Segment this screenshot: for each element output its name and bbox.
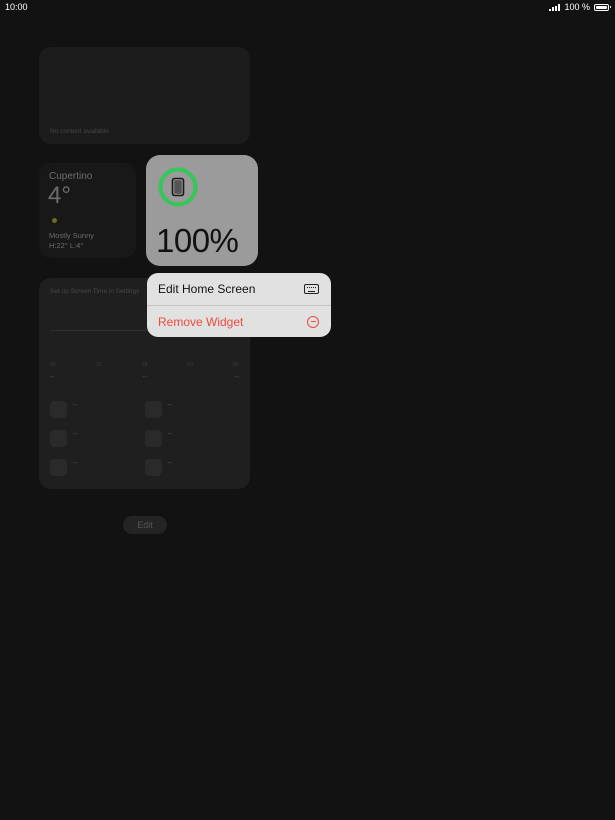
axis-label: 6h (232, 362, 239, 368)
ipad-icon (171, 177, 185, 197)
app-name: -- (73, 430, 78, 438)
weather-temperature: 4° (48, 182, 71, 209)
battery-percent-text: 100 % (564, 2, 590, 12)
axis-label: 18 (141, 362, 148, 368)
app-icon (50, 400, 67, 418)
edit-home-screen-menu-item[interactable]: Edit Home Screen (147, 273, 331, 305)
app-icon (144, 458, 162, 476)
status-time: 10:00 (5, 2, 28, 12)
menu-item-label: Remove Widget (158, 314, 244, 329)
empty-widget[interactable]: No content available (39, 47, 250, 144)
list-item: -- (144, 429, 240, 447)
sun-icon (52, 218, 57, 223)
widget-context-menu: Edit Home Screen Remove Widget (147, 273, 331, 337)
edit-button[interactable]: Edit (123, 516, 167, 534)
app-name: -- (73, 459, 78, 467)
menu-item-label: Edit Home Screen (158, 282, 256, 296)
list-item: -- (50, 429, 145, 447)
screen-time-app-list: -- -- -- -- -- -- (50, 400, 239, 476)
screen-time-totals: -- -- -- (50, 374, 239, 381)
app-icon (144, 429, 162, 447)
home-screen: 10:00 100 % No content available Cuperti… (0, 0, 615, 820)
minus-circle-icon (307, 315, 319, 328)
weather-condition: Mostly Sunny (49, 231, 95, 240)
empty-widget-message: No content available (50, 128, 109, 135)
battery-widget[interactable]: 100% (146, 155, 258, 266)
screen-time-total: -- (142, 374, 147, 381)
weather-high-low: H:22° L:4° (49, 241, 84, 250)
screen-time-total: -- (234, 374, 239, 381)
signal-icon (549, 3, 561, 11)
battery-icon (594, 3, 611, 11)
weather-city: Cupertino (49, 171, 93, 182)
axis-label: 12 (95, 362, 102, 368)
battery-percent: 100% (156, 222, 239, 259)
app-icon (50, 458, 67, 476)
app-name: -- (73, 401, 78, 409)
status-indicators: 100 % (549, 2, 611, 12)
weather-widget[interactable]: Cupertino 4° Mostly Sunny H:22° L:4° (39, 163, 136, 258)
axis-label: 00 (187, 362, 194, 368)
list-item: -- (144, 400, 240, 418)
screen-time-total: -- (50, 374, 55, 381)
app-icon (50, 429, 67, 447)
screen-time-axis: 6h 12 18 00 6h (50, 362, 239, 368)
battery-ring (158, 167, 198, 207)
list-item: -- (50, 458, 145, 476)
app-name: -- (167, 459, 173, 467)
axis-label: 6h (50, 362, 57, 368)
screen-time-header: Set up Screen Time in Settings (50, 288, 140, 295)
status-bar: 10:00 100 % (0, 0, 615, 16)
app-name: -- (167, 430, 173, 438)
app-icon (144, 400, 162, 418)
list-item: -- (144, 458, 240, 476)
keyboard-icon (304, 284, 319, 294)
remove-widget-menu-item[interactable]: Remove Widget (147, 305, 331, 337)
list-item: -- (50, 400, 145, 418)
app-name: -- (167, 401, 173, 409)
